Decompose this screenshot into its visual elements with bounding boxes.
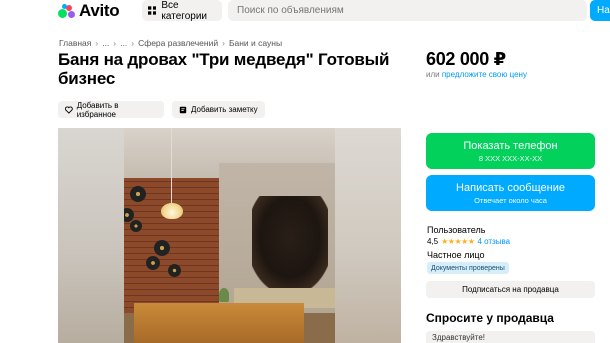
show-phone-label: Показать телефон <box>463 140 558 152</box>
find-button[interactable]: На <box>590 0 610 21</box>
photo-gallery[interactable] <box>58 128 401 343</box>
seller-name[interactable]: Пользователь <box>427 225 485 235</box>
response-time: Отвечает около часа <box>474 196 547 205</box>
add-note-label: Добавить заметку <box>191 105 258 114</box>
breadcrumb-separator: › <box>222 38 225 48</box>
ask-seller-title: Спросите у продавца <box>426 311 554 325</box>
search-input[interactable] <box>228 0 587 21</box>
quick-message-chip[interactable]: Здравствуйте! <box>426 331 595 343</box>
listing-photo[interactable] <box>124 128 335 343</box>
bear-skin <box>252 196 328 288</box>
show-phone-button[interactable]: Показать телефон 8 XXX XXX-XX-XX <box>426 133 595 169</box>
breadcrumb-item[interactable]: ... <box>102 38 109 48</box>
rating-value: 4,5 <box>427 237 439 246</box>
lamp <box>161 203 183 219</box>
gallery-blur-left <box>58 128 124 343</box>
avito-logo[interactable]: Avito <box>58 1 120 21</box>
rating-stars-icon: ★★★★★ <box>441 237 475 246</box>
logo-text: Avito <box>79 1 120 20</box>
documents-verified-badge: Документы проверены <box>427 262 509 274</box>
reviews-link[interactable]: 4 отзыва <box>477 237 510 246</box>
avito-logo-icon <box>58 3 76 19</box>
breadcrumb: Главная › ... › ... › Сфера развлечений … <box>59 38 282 48</box>
header: Avito Все категории На <box>0 0 610 24</box>
add-to-favorites-label: Добавить в избранное <box>76 100 119 119</box>
breadcrumb-separator: › <box>113 38 117 48</box>
subscribe-seller-button[interactable]: Подписаться на продавца <box>426 281 595 298</box>
write-message-label: Написать сообщение <box>456 182 565 194</box>
all-categories-button[interactable]: Все категории <box>142 0 222 22</box>
all-categories-label: Все категории <box>161 0 208 22</box>
gallery-blur-right <box>335 128 401 343</box>
write-message-button[interactable]: Написать сообщение Отвечает около часа <box>426 175 595 211</box>
phone-masked: 8 XXX XXX-XX-XX <box>478 154 543 163</box>
add-note-button[interactable]: Добавить заметку <box>172 101 265 118</box>
offer-price-link[interactable]: предложите свою цену <box>442 70 527 79</box>
breadcrumb-home[interactable]: Главная <box>59 38 91 48</box>
seller-rating: 4,5 ★★★★★ 4 отзыва <box>427 237 510 246</box>
add-to-favorites-button[interactable]: Добавить в избранное <box>58 100 164 119</box>
breadcrumb-separator: › <box>131 38 135 48</box>
price-offer-prefix: или <box>426 70 440 79</box>
note-icon <box>179 106 187 113</box>
heart-icon <box>65 105 73 114</box>
breadcrumb-item[interactable]: Бани и сауны <box>229 38 282 48</box>
price: 602 000 ₽ <box>426 49 506 69</box>
grid-icon <box>148 6 157 15</box>
find-label: На <box>597 5 610 16</box>
page-title: Баня на дровах "Три медведя" Готовый биз… <box>58 50 390 88</box>
wooden-table <box>134 303 304 343</box>
breadcrumb-separator: › <box>95 38 99 48</box>
breadcrumb-item[interactable]: Сфера развлечений <box>138 38 218 48</box>
price-offer-line: или предложите свою цену <box>426 70 527 79</box>
seller-type: Частное лицо <box>427 250 485 260</box>
breadcrumb-item[interactable]: ... <box>120 38 127 48</box>
